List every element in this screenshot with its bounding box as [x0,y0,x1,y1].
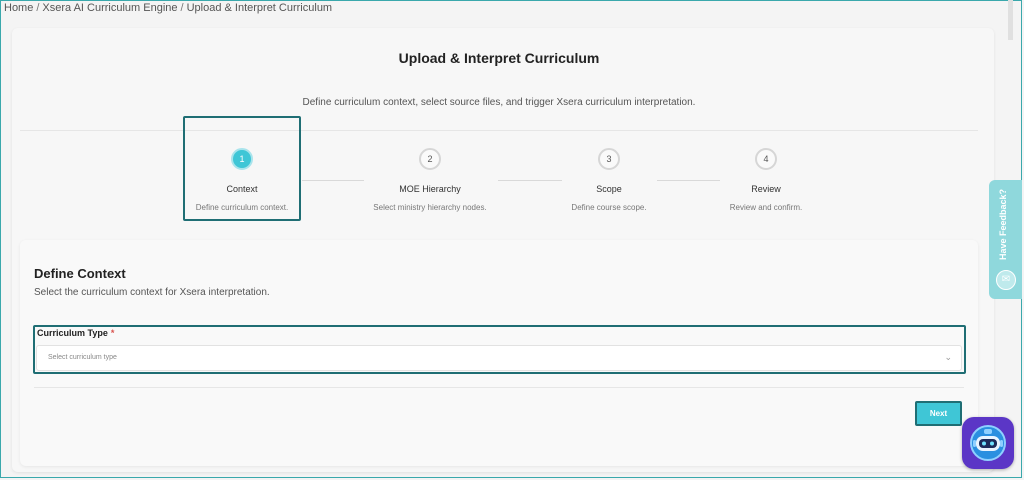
breadcrumb: Home / Xsera AI Curriculum Engine / Upload &… [4,2,332,14]
chevron-down-icon: ⌄ [944,352,952,362]
breadcrumb-separator: / [36,2,40,14]
step-moe-hierarchy[interactable]: 2 MOE Hierarchy Select ministry hierarch… [355,148,505,212]
step-description: Select ministry hierarchy nodes. [373,203,487,212]
divider [20,130,978,131]
breadcrumb-home[interactable]: Home [4,2,33,14]
step-number: 4 [755,148,777,170]
step-label: Scope [596,184,622,194]
breadcrumb-current: Upload & Interpret Curriculum [186,2,333,14]
curriculum-type-label: Curriculum Type * [37,328,114,338]
step-label: Review [751,184,781,194]
section-title: Define Context [34,266,126,281]
divider [34,387,964,388]
feedback-tab[interactable]: Have Feedback? ✉ [989,180,1022,299]
assistant-button[interactable] [962,417,1014,469]
step-number: 2 [419,148,441,170]
breadcrumb-curriculum-engine[interactable]: Xsera AI Curriculum Engine [42,2,177,14]
page-title: Upload & Interpret Curriculum [398,50,600,66]
step-review[interactable]: 4 Review Review and confirm. [691,148,841,212]
step-label: MOE Hierarchy [399,184,461,194]
field-label-text: Curriculum Type [37,328,108,338]
feedback-icon: ✉ [996,270,1016,290]
page-subtitle: Define curriculum context, select source… [302,97,696,108]
required-mark: * [110,328,115,338]
curriculum-type-select[interactable]: Select curriculum type ⌄ [36,345,962,371]
section-subtitle: Select the curriculum context for Xsera … [34,287,270,298]
active-step-highlight [183,116,301,221]
scrollbar[interactable] [1008,0,1013,40]
step-scope[interactable]: 3 Scope Define course scope. [534,148,684,212]
breadcrumb-separator: / [180,2,184,14]
step-number: 3 [598,148,620,170]
step-description: Review and confirm. [729,203,803,212]
step-description: Define course scope. [571,203,647,212]
select-placeholder: Select curriculum type [48,354,117,361]
feedback-label: Have Feedback? [998,188,1008,260]
next-button[interactable]: Next [915,401,962,426]
robot-assistant-icon [970,425,1006,461]
